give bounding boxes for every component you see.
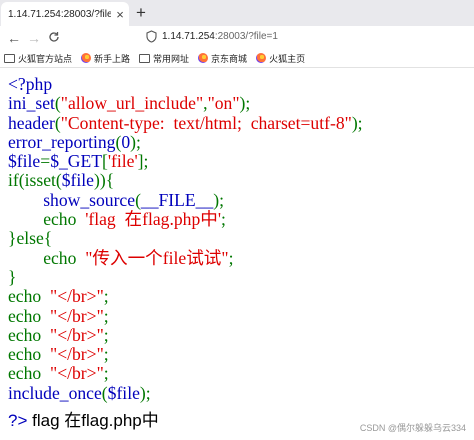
code-line: echo "</br>"; [8, 344, 109, 365]
firefox-icon [81, 53, 92, 63]
address-bar[interactable]: 1.14.71.254:28003/?file=1 [162, 31, 278, 42]
code-line: echo "</br>"; [8, 324, 109, 345]
code-line: } [8, 266, 17, 287]
tab-strip: 1.14.71.254:28003/?file=1 × + [0, 0, 474, 26]
browser-tab-active[interactable]: 1.14.71.254:28003/?file=1 × [1, 2, 129, 26]
folder-icon [4, 53, 15, 63]
firefox-icon [198, 53, 209, 63]
bookmark-item[interactable]: 新手上路 [81, 52, 130, 65]
code-line: header("Content-type: text/html; charset… [8, 112, 363, 133]
bookmark-label: 火狐官方站点 [18, 53, 73, 64]
php-source-code: <?php ini_set("allow_url_include","on");… [8, 74, 363, 403]
code-line: include_once($file); [8, 382, 151, 403]
close-tab-icon[interactable]: × [111, 7, 129, 22]
code-line: error_reporting(0); [8, 131, 141, 152]
code-line: if(isset($file)){ [8, 170, 115, 191]
reload-icon[interactable] [44, 30, 64, 46]
code-line: <?php [8, 74, 53, 94]
code-line: echo "传入一个file试试"; [43, 247, 234, 268]
bookmark-item[interactable]: 京东商城 [198, 52, 247, 65]
code-line: echo "</br>"; [8, 286, 109, 307]
code-line: }else{ [8, 228, 53, 249]
bookmark-label: 京东商城 [211, 53, 248, 64]
bookmark-item[interactable]: 火狐官方站点 [4, 52, 72, 65]
bookmark-item[interactable]: 火狐主页 [256, 52, 305, 65]
new-tab-icon[interactable]: + [136, 3, 146, 23]
address-path: :28003/?file=1 [214, 31, 278, 42]
bookmark-label: 新手上路 [94, 53, 131, 64]
site-info-icon[interactable] [146, 30, 157, 48]
code-line: echo "</br>"; [8, 363, 109, 384]
code-line: echo 'flag 在flag.php中'; [43, 209, 226, 230]
bookmark-label: 常用网址 [153, 53, 190, 64]
php-close-tag: ?> [8, 411, 28, 430]
code-line: ini_set("allow_url_include","on"); [8, 93, 251, 114]
csdn-watermark: CSDN @偶尔躲躲乌云334 [359, 423, 466, 433]
bookmark-label: 火狐主页 [269, 53, 306, 64]
page-output-line: ?> flag 在flag.php中 [8, 406, 159, 431]
forward-icon[interactable]: → [24, 30, 44, 46]
bookmark-item[interactable]: 常用网址 [139, 52, 189, 65]
address-host: 1.14.71.254 [162, 31, 215, 42]
firefox-icon [256, 53, 267, 63]
code-line: echo "</br>"; [8, 305, 109, 326]
tab-title: 1.14.71.254:28003/?file=1 [8, 8, 111, 20]
code-line: show_source(__FILE__); [43, 189, 224, 210]
back-icon[interactable]: ← [4, 30, 24, 46]
page-output-text: flag 在flag.php中 [27, 411, 159, 430]
navigation-bar: ← → 1.14.71.254:28003/?file=1 [0, 26, 474, 49]
folder-icon [139, 53, 151, 63]
bookmarks-toolbar: 火狐官方站点 新手上路 常用网址 京东商城 火狐主页 [0, 49, 474, 68]
code-line: $file=$_GET['file']; [8, 151, 149, 172]
